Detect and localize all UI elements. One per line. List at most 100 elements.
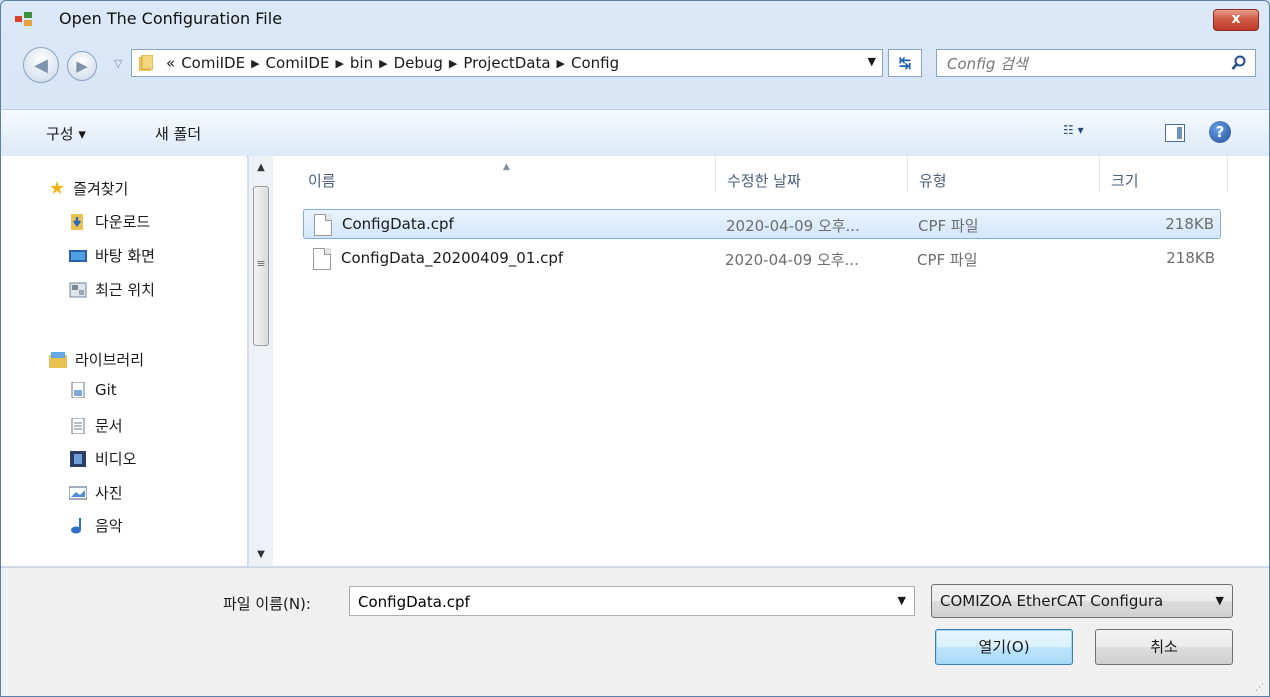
column-divider[interactable] [1099, 156, 1100, 192]
nav-libraries[interactable]: 라이브러리 [49, 349, 144, 370]
nav-label: 최근 위치 [95, 281, 155, 299]
open-file-dialog: Open The Configuration File x ◀ ▶ ▽ « Co… [0, 0, 1270, 697]
file-row[interactable]: ConfigData.cpf 2020-04-09 오후... CPF 파일 2… [303, 209, 1221, 239]
nav-pane-scrollbar[interactable]: ▲ ≡ ▼ [248, 156, 273, 566]
nav-label: 비디오 [95, 450, 137, 468]
file-modified: 2020-04-09 오후... [726, 217, 860, 235]
file-row[interactable]: ConfigData_20200409_01.cpf 2020-04-09 오후… [303, 244, 1221, 274]
breadcrumb-separator-icon[interactable]: ▶ [557, 54, 565, 74]
star-icon: ★ [49, 178, 66, 199]
address-dropdown-icon[interactable]: ▼ [868, 55, 876, 68]
sort-ascending-icon: ▲ [503, 162, 510, 172]
open-button[interactable]: 열기(O) [935, 629, 1073, 665]
search-input[interactable] [945, 53, 1209, 75]
video-icon [70, 450, 86, 467]
git-library-icon [71, 382, 85, 398]
column-header-name[interactable]: 이름 [308, 170, 336, 191]
desktop-icon [69, 249, 87, 262]
file-type: CPF 파일 [917, 251, 978, 269]
libraries-icon [49, 351, 67, 368]
nav-video[interactable]: 비디오 [69, 448, 136, 469]
navigation-pane: ★ 즐겨찾기 다운로드 바탕 화면 최근 위치 라이브러리 Git 문서 비디오… [1, 156, 247, 566]
refresh-icon: ↹ [898, 54, 912, 72]
folder-icon [139, 55, 153, 71]
search-box[interactable] [936, 49, 1256, 77]
music-icon [71, 517, 81, 533]
title-bar[interactable]: Open The Configuration File x [1, 1, 1269, 37]
nav-favorites[interactable]: ★ 즐겨찾기 [49, 178, 128, 199]
back-arrow-icon: ◀ [34, 54, 48, 76]
nav-recent-places[interactable]: 최근 위치 [69, 279, 155, 300]
nav-desktop[interactable]: 바탕 화면 [69, 245, 155, 266]
nav-downloads[interactable]: 다운로드 [69, 211, 150, 232]
filename-label: 파일 이름(N): [223, 595, 311, 613]
nav-label: Git [95, 381, 117, 399]
column-header-size[interactable]: 크기 [1111, 170, 1139, 191]
new-folder-button[interactable]: 새 폴더 [155, 123, 201, 144]
breadcrumb-item[interactable]: ComiIDE [181, 54, 245, 74]
filename-combobox[interactable]: ▼ [349, 586, 915, 616]
file-modified: 2020-04-09 오후... [725, 251, 859, 269]
nav-git[interactable]: Git [69, 381, 117, 399]
dialog-footer: 파일 이름(N): ▼ COMIZOA EtherCAT Configura ▼… [1, 567, 1269, 696]
column-divider[interactable] [907, 156, 908, 192]
breadcrumb-separator-icon[interactable]: ▶ [379, 54, 387, 74]
preview-pane-icon[interactable] [1165, 124, 1185, 142]
column-header-modified[interactable]: 수정한 날짜 [727, 170, 801, 191]
forward-arrow-icon: ▶ [76, 57, 88, 75]
refresh-button[interactable]: ↹ [888, 49, 922, 77]
filename-input[interactable] [356, 591, 880, 613]
help-icon[interactable]: ? [1209, 121, 1231, 143]
file-name: ConfigData.cpf [342, 215, 454, 233]
nav-label: 사진 [95, 484, 123, 502]
scroll-up-icon[interactable]: ▲ [249, 162, 273, 173]
window-title: Open The Configuration File [59, 9, 283, 28]
file-name: ConfigData_20200409_01.cpf [341, 249, 564, 267]
resize-grip-icon[interactable]: ⋰ [1255, 683, 1264, 693]
address-bar[interactable]: « ComiIDE ▶ ComiIDE ▶ bin ▶ Debug ▶ ProjectD… [131, 49, 883, 77]
documents-icon [71, 417, 85, 434]
nav-label: 문서 [95, 417, 123, 435]
file-type-filter[interactable]: COMIZOA EtherCAT Configura ▼ [931, 584, 1233, 618]
nav-music[interactable]: 음악 [69, 515, 123, 536]
recent-locations-dropdown[interactable]: ▽ [114, 57, 122, 70]
column-divider[interactable] [715, 156, 716, 192]
close-button[interactable]: x [1213, 9, 1259, 31]
view-options-button[interactable]: ☷ ▾ [1063, 123, 1084, 137]
breadcrumb-item[interactable]: Debug [394, 54, 443, 74]
scroll-thumb[interactable]: ≡ [253, 186, 269, 346]
nav-label: 즐겨찾기 [73, 180, 129, 198]
file-type: CPF 파일 [918, 217, 979, 235]
column-divider[interactable] [1227, 156, 1228, 192]
pictures-icon [69, 486, 87, 499]
cancel-button[interactable]: 취소 [1095, 629, 1233, 665]
nav-label: 라이브러리 [75, 351, 145, 369]
scroll-down-icon[interactable]: ▼ [249, 549, 273, 560]
forward-button[interactable]: ▶ [67, 51, 97, 81]
app-icon [15, 12, 32, 26]
breadcrumb-overflow[interactable]: « [166, 54, 175, 74]
breadcrumb-separator-icon[interactable]: ▶ [449, 54, 457, 74]
nav-pictures[interactable]: 사진 [69, 482, 123, 503]
nav-label: 다운로드 [95, 213, 151, 231]
back-button[interactable]: ◀ [23, 47, 59, 83]
column-header-type[interactable]: 유형 [919, 170, 947, 191]
nav-documents[interactable]: 문서 [69, 415, 123, 436]
file-type-filter-value: COMIZOA EtherCAT Configura [940, 592, 1164, 610]
breadcrumb: « ComiIDE ▶ ComiIDE ▶ bin ▶ Debug ▶ ProjectD… [166, 54, 619, 74]
filename-dropdown-icon[interactable]: ▼ [898, 594, 906, 607]
breadcrumb-item[interactable]: bin [350, 54, 373, 74]
breadcrumb-separator-icon[interactable]: ▶ [335, 54, 343, 74]
filter-dropdown-icon[interactable]: ▼ [1216, 594, 1224, 607]
command-toolbar: 구성 ▾ 새 폴더 ☷ ▾ ? [1, 109, 1269, 157]
organize-button[interactable]: 구성 ▾ [46, 123, 86, 144]
file-icon [313, 248, 331, 270]
search-icon[interactable] [1231, 55, 1247, 71]
breadcrumb-item[interactable]: ComiIDE [266, 54, 330, 74]
breadcrumb-item[interactable]: ProjectData [463, 54, 550, 74]
file-list: ▲ 이름 수정한 날짜 유형 크기 ConfigData.cpf 2020-04… [273, 156, 1269, 566]
nav-label: 음악 [95, 517, 123, 535]
breadcrumb-separator-icon[interactable]: ▶ [251, 54, 259, 74]
file-icon [314, 214, 332, 236]
breadcrumb-item[interactable]: Config [571, 54, 619, 74]
